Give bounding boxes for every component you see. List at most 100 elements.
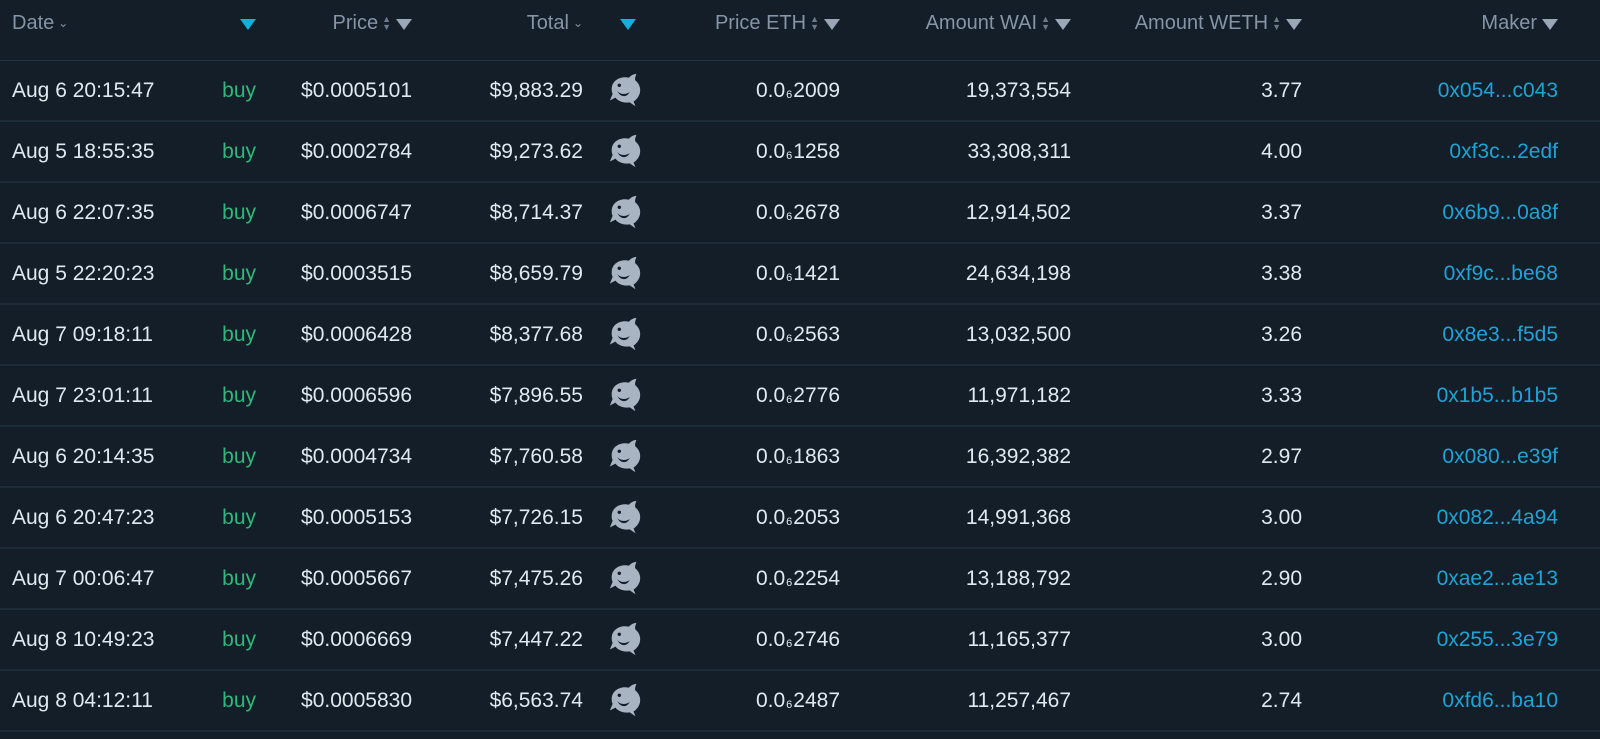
table-row[interactable]: Aug 6 20:47:23 buy $0.0005153 $7,726.15 0.0 6… [0,488,1600,549]
trade-price-eth: 0.0 6 2009 [660,61,840,120]
trade-date: Aug 7 09:18:11 [12,322,153,346]
table-row[interactable]: Aug 5 18:55:35 buy $0.0002784 $9,273.62 0.0 6… [0,122,1600,183]
trade-price-eth: 0.0 6 2678 [660,183,840,242]
maker-address-link[interactable]: 0xf9c...be68 [1320,244,1558,303]
price-eth-lead: 0.0 [755,688,786,712]
trade-date: Aug 8 10:49:23 [12,627,155,651]
trade-type: buy [222,322,256,346]
header-amount-wai[interactable]: Amount WAI ▲ ▼ [860,0,1071,46]
price-eth-digits: 1421 [793,261,840,285]
header-total[interactable]: Total ⌄ [420,0,583,46]
dolphin-icon [600,549,650,608]
maker-address-link[interactable]: 0x1b5...b1b5 [1320,366,1558,425]
header-amount-weth-label: Amount WETH [1134,11,1269,34]
filter-funnel-icon[interactable] [240,18,256,30]
trade-amount-wai: 24,634,198 [965,261,1071,285]
price-eth-digits: 2776 [793,383,840,407]
header-maker[interactable]: Maker [1320,0,1558,46]
table-row[interactable]: Aug 7 00:06:47 buy $0.0005667 $7,475.26 0.0 6… [0,549,1600,610]
header-price[interactable]: Price ▲ ▼ [260,0,412,46]
trade-price: $0.0005667 [301,566,412,590]
sort-arrows-icon[interactable]: ▲ ▼ [1041,15,1050,32]
header-price-eth[interactable]: Price ETH ▲ ▼ [660,0,840,46]
trade-price-eth: 0.0 6 2746 [660,610,840,669]
maker-address-link[interactable]: 0xfd6...ba10 [1320,671,1558,730]
trade-price-eth: 0.0 6 1863 [660,427,840,486]
filter-funnel-icon[interactable] [1286,18,1302,30]
trade-amount-weth: 2.90 [1261,566,1302,590]
size-filter[interactable] [600,0,650,46]
trade-price-eth: 0.0 6 2487 [660,671,840,730]
trade-price: $0.0003515 [301,261,412,285]
table-row[interactable]: Aug 6 20:14:35 buy $0.0004734 $7,760.58 0.0 6… [0,427,1600,488]
table-row[interactable]: Aug 6 20:15:47 buy $0.0005101 $9,883.29 0.0 6… [0,61,1600,122]
trade-price-eth: 0.0 6 1258 [660,122,840,181]
dolphin-icon [600,122,650,181]
table-row[interactable]: Aug 8 04:12:11 buy $0.0005830 $6,563.74 0.0 6… [0,671,1600,732]
trade-type: buy [222,444,256,468]
trade-amount-weth: 3.00 [1261,627,1302,651]
trade-amount-wai: 14,991,368 [965,505,1071,529]
type-filter[interactable] [200,0,256,46]
price-eth-digits: 2009 [793,78,840,102]
trade-date: Aug 8 04:12:11 [12,688,153,712]
trade-amount-wai: 33,308,311 [967,139,1071,163]
maker-address-link[interactable]: 0x054...c043 [1320,61,1558,120]
price-eth-lead: 0.0 [755,200,786,224]
trade-price-eth: 0.0 6 2254 [660,549,840,608]
filter-funnel-icon[interactable] [1055,18,1071,30]
filter-funnel-icon[interactable] [824,18,840,30]
maker-address-link[interactable]: 0x6b9...0a8f [1320,183,1558,242]
trade-type: buy [222,566,256,590]
price-eth-digits: 1258 [793,139,840,163]
sort-arrows-icon[interactable]: ▲ ▼ [382,15,391,32]
maker-address-link[interactable]: 0xf3c...2edf [1320,122,1558,181]
price-eth-zero-count: 6 [786,332,793,345]
trade-total: $7,475.26 [489,566,583,590]
trade-date: Aug 6 20:47:23 [12,505,155,529]
price-eth-zero-count: 6 [786,88,793,101]
table-row[interactable]: Aug 5 22:20:23 buy $0.0003515 $8,659.79 0.0 6… [0,244,1600,305]
header-date-label: Date [12,11,55,34]
dolphin-icon [600,427,650,486]
trade-price: $0.0006747 [301,200,412,224]
table-row[interactable]: Aug 6 22:07:35 buy $0.0006747 $8,714.37 0.0 6… [0,183,1600,244]
trade-price: $0.0005153 [301,505,412,529]
trade-amount-wai: 13,032,500 [965,322,1071,346]
price-eth-zero-count: 6 [786,637,793,650]
trade-total: $6,563.74 [489,688,583,712]
trade-amount-wai: 12,914,502 [965,200,1071,224]
trade-price-eth: 0.0 6 2563 [660,305,840,364]
trade-price: $0.0004734 [301,444,412,468]
price-eth-lead: 0.0 [755,322,786,346]
price-eth-zero-count: 6 [786,454,793,467]
price-eth-zero-count: 6 [786,149,793,162]
trade-total: $9,273.62 [489,139,583,163]
price-eth-lead: 0.0 [755,566,786,590]
filter-funnel-icon[interactable] [619,18,636,30]
sort-arrows-icon[interactable]: ▲ ▼ [1272,15,1281,32]
filter-funnel-icon[interactable] [1542,18,1558,30]
table-row[interactable]: Aug 7 23:01:11 buy $0.0006596 $7,896.55 0.0 6… [0,366,1600,427]
maker-address-link[interactable]: 0x080...e39f [1320,427,1558,486]
header-date[interactable]: Date ⌄ [12,0,202,46]
table-row[interactable]: Aug 7 09:18:11 buy $0.0006428 $8,377.68 0.0 6… [0,305,1600,366]
chevron-down-icon: ⌄ [572,16,583,30]
filter-funnel-icon[interactable] [396,18,412,30]
header-amount-weth[interactable]: Amount WETH ▲ ▼ [1090,0,1302,46]
trade-price: $0.0002784 [301,139,412,163]
dolphin-icon [600,671,650,730]
trade-amount-weth: 3.26 [1261,322,1302,346]
maker-address-link[interactable]: 0x082...4a94 [1320,488,1558,547]
dolphin-icon [600,305,650,364]
trade-amount-weth: 4.00 [1261,139,1302,163]
trade-price: $0.0006669 [301,627,412,651]
sort-arrows-icon[interactable]: ▲ ▼ [810,15,819,32]
trade-type: buy [222,627,256,651]
table-row[interactable]: Aug 8 10:49:23 buy $0.0006669 $7,447.22 0.0 6… [0,610,1600,671]
maker-address-link[interactable]: 0xae2...ae13 [1320,549,1558,608]
chevron-down-icon: ⌄ [58,16,69,30]
maker-address-link[interactable]: 0x8e3...f5d5 [1320,305,1558,364]
maker-address-link[interactable]: 0x255...3e79 [1320,610,1558,669]
header-total-label: Total [526,11,569,34]
